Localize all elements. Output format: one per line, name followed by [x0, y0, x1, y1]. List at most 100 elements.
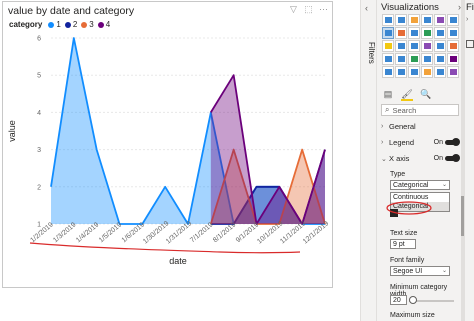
fields-well-icon[interactable]: ▤	[382, 89, 394, 101]
min-category-width-slider-thumb[interactable]	[409, 296, 417, 304]
visual-type-tile[interactable]	[447, 14, 459, 26]
visual-type-tile[interactable]	[434, 27, 446, 39]
section-label: X axis	[389, 154, 410, 163]
visual-type-tile[interactable]	[434, 66, 446, 78]
screenshot-root: { "visual": { "title": "value by date an…	[0, 0, 474, 321]
toggle-switch[interactable]	[445, 154, 460, 162]
visual-type-tile[interactable]	[395, 66, 407, 78]
visual-type-glyph	[397, 17, 405, 23]
visual-type-glyph	[436, 56, 444, 62]
filters-pane-collapsed[interactable]: ‹ Filters	[360, 0, 377, 321]
section-legend[interactable]: › Legend On	[381, 138, 461, 147]
report-canvas: value by date and category ▽ ⬚ ⋯ categor…	[0, 0, 360, 321]
visual-type-glyph	[397, 43, 405, 49]
collapse-fields-icon[interactable]: ›	[466, 16, 468, 23]
visual-type-tile[interactable]	[382, 40, 394, 52]
legend-toggle[interactable]: On	[434, 138, 460, 146]
visual-type-tile[interactable]	[421, 14, 433, 26]
visual-type-tile[interactable]	[395, 27, 407, 39]
visual-type-glyph	[449, 69, 457, 75]
section-label: Legend	[389, 138, 415, 147]
x-axis-toggle[interactable]: On	[433, 154, 460, 162]
type-dropdown-list: Continuous Categorical	[390, 192, 450, 212]
x-tick-label: 7/1/2019	[189, 221, 214, 244]
visual-type-tile[interactable]	[434, 40, 446, 52]
visual-type-glyph	[410, 56, 418, 62]
visual-type-tile[interactable]	[395, 14, 407, 26]
visual-type-tile[interactable]	[421, 27, 433, 39]
visual-type-glyph	[423, 43, 431, 49]
dropdown-option[interactable]: Categorical	[391, 202, 449, 211]
max-size-label: Maximum size	[390, 312, 435, 319]
y-tick-label: 2	[37, 184, 41, 191]
section-label: General	[389, 122, 416, 131]
section-x-axis[interactable]: ⌄ X axis On	[381, 154, 461, 163]
text-size-label: Text size	[390, 230, 418, 237]
visual-type-glyph	[410, 69, 418, 75]
fields-pane: Fields ›	[464, 0, 474, 321]
y-axis-title: value	[7, 120, 17, 142]
visual-type-glyph	[410, 30, 418, 36]
visualizations-pane: Visualizations › ▤ 🖌 🔍 ⌕ Search › Genera…	[377, 0, 464, 321]
visual-type-tile[interactable]	[421, 40, 433, 52]
visual-type-tile[interactable]	[421, 66, 433, 78]
y-tick-label: 3	[37, 147, 41, 154]
visual-type-tile[interactable]	[408, 40, 420, 52]
visual-type-tile[interactable]	[434, 14, 446, 26]
type-label: Type	[390, 171, 406, 178]
visual-type-tile[interactable]	[408, 27, 420, 39]
visualizations-title: Visualizations	[381, 2, 439, 13]
toggle-state: On	[433, 155, 443, 162]
section-general[interactable]: › General	[381, 122, 461, 131]
chevron-down-icon: ⌄	[441, 268, 447, 274]
min-category-width-input[interactable]: 20	[390, 295, 407, 305]
search-icon: ⌕	[385, 105, 390, 114]
x-axis-title: date	[169, 256, 187, 266]
font-family-dropdown[interactable]: Segoe UI ⌄	[390, 266, 450, 276]
font-color-swatch[interactable]	[390, 209, 398, 217]
visual-type-glyph	[423, 30, 431, 36]
expand-filters-icon[interactable]: ‹	[365, 3, 368, 13]
table-icon[interactable]	[466, 40, 474, 48]
area-chart-visual[interactable]: value by date and category ▽ ⬚ ⋯ categor…	[2, 1, 333, 288]
pane-tabs: ▤ 🖌 🔍	[382, 89, 432, 101]
visual-type-tile[interactable]	[447, 66, 459, 78]
chevron-right-icon: ›	[381, 139, 384, 146]
visual-type-tile[interactable]	[382, 53, 394, 65]
visual-type-glyph	[449, 17, 457, 23]
y-tick-label: 6	[37, 36, 41, 43]
toggle-switch[interactable]	[445, 138, 460, 146]
visual-type-glyph	[397, 69, 405, 75]
visual-type-glyph	[423, 17, 431, 23]
visual-type-tile[interactable]	[408, 66, 420, 78]
visual-type-glyph	[397, 56, 405, 62]
visual-type-tile[interactable]	[447, 53, 459, 65]
format-search-input[interactable]: ⌕ Search	[381, 104, 459, 116]
chevron-right-icon: ›	[381, 123, 384, 130]
visual-type-tile[interactable]	[382, 14, 394, 26]
visual-type-glyph	[436, 69, 444, 75]
visual-type-tile[interactable]	[408, 14, 420, 26]
analytics-magnifier-icon[interactable]: 🔍	[420, 89, 432, 101]
visual-type-glyph	[436, 43, 444, 49]
visual-type-glyph	[449, 30, 457, 36]
text-size-unit: pt	[398, 241, 405, 248]
chevron-down-icon: ⌄	[381, 155, 387, 163]
visual-type-tile[interactable]	[395, 40, 407, 52]
filters-label[interactable]: Filters	[364, 42, 376, 64]
visual-type-tile[interactable]	[382, 27, 394, 39]
visual-type-tile[interactable]	[447, 40, 459, 52]
dropdown-option[interactable]: Continuous	[391, 193, 449, 202]
font-family-label: Font family	[390, 257, 425, 264]
visual-type-tile[interactable]	[395, 53, 407, 65]
format-paint-roller-icon[interactable]: 🖌	[401, 89, 413, 101]
text-size-input[interactable]: 9 pt	[390, 239, 416, 249]
visual-type-glyph	[384, 56, 392, 62]
type-dropdown[interactable]: Categorical ⌄	[390, 180, 450, 190]
visual-type-tile[interactable]	[447, 27, 459, 39]
visual-type-tile[interactable]	[421, 53, 433, 65]
visual-type-tile[interactable]	[408, 53, 420, 65]
visual-type-tile[interactable]	[382, 66, 394, 78]
dropdown-value: Categorical	[393, 182, 429, 189]
visual-type-tile[interactable]	[434, 53, 446, 65]
